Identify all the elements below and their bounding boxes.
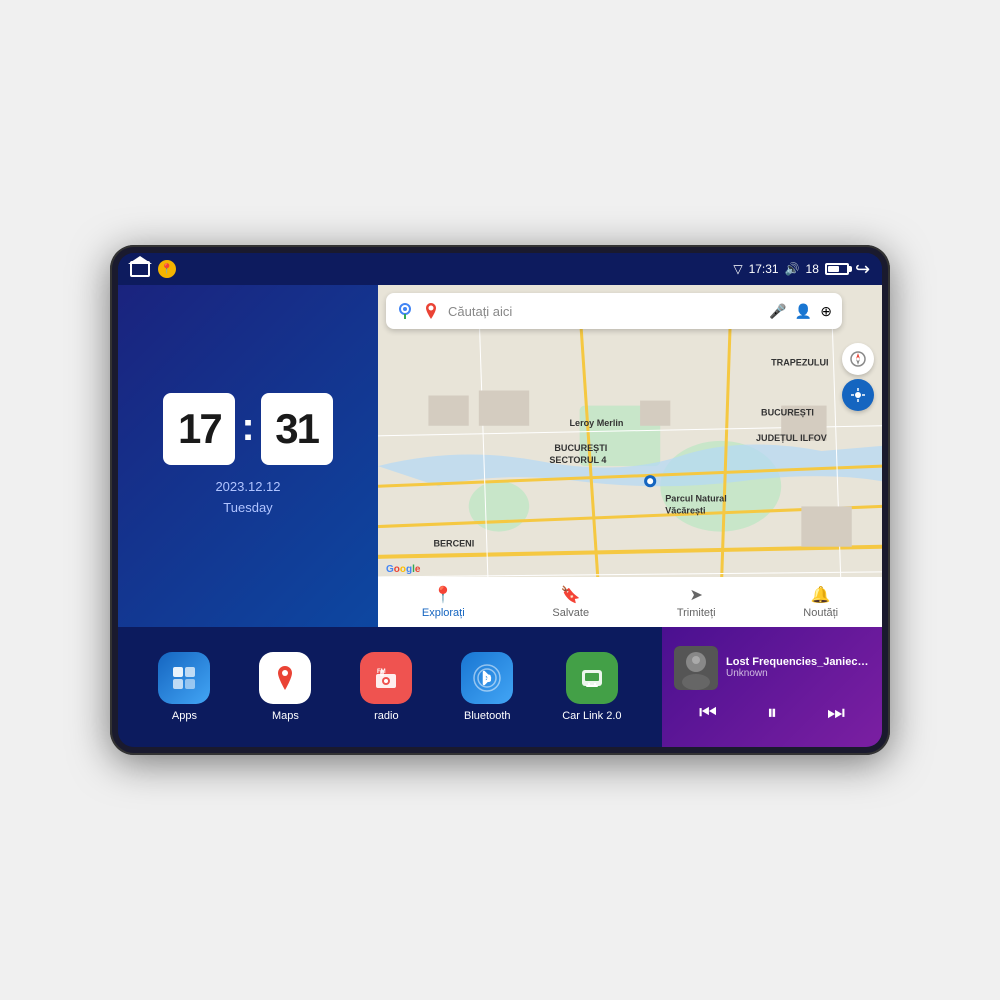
mic-icon[interactable]: 🎤	[769, 303, 786, 320]
maps-logo-icon	[396, 302, 414, 320]
clock-colon: :	[241, 407, 254, 447]
google-logo: Google	[386, 564, 420, 575]
battery-level: 18	[806, 262, 819, 276]
music-player: Lost Frequencies_Janieck Devy-... Unknow…	[662, 627, 882, 747]
time-display: 17:31	[749, 262, 779, 276]
apps-label: Apps	[172, 710, 197, 722]
app-item-apps[interactable]: Apps	[158, 652, 210, 722]
map-nav-saved[interactable]: 🔖 Salvate	[552, 585, 589, 619]
main-area: 17 : 31 2023.12.12 Tuesday	[118, 285, 882, 747]
news-nav-icon: 🔔	[811, 585, 831, 605]
top-section: 17 : 31 2023.12.12 Tuesday	[118, 285, 882, 627]
home-icon[interactable]	[130, 261, 150, 277]
map-nav-send[interactable]: ➤ Trimiteți	[677, 585, 716, 619]
app-item-carlink[interactable]: Car Link 2.0	[562, 652, 621, 722]
saved-nav-icon: 🔖	[561, 585, 581, 605]
layers-icon[interactable]: ⊕	[820, 303, 832, 320]
account-icon[interactable]: 👤	[795, 303, 812, 320]
clock-panel: 17 : 31 2023.12.12 Tuesday	[118, 285, 378, 627]
battery-icon	[825, 263, 849, 275]
send-nav-icon: ➤	[689, 585, 702, 605]
svg-text:Văcărești: Văcărești	[665, 505, 705, 515]
map-bottom-nav: 📍 Explorați 🔖 Salvate ➤ Trimiteți 🔔	[378, 577, 882, 627]
map-panel[interactable]: TRAPEZULUI BUCUREȘTI JUDEȚUL ILFOV BERCE…	[378, 285, 882, 627]
app-item-maps[interactable]: Maps	[259, 652, 311, 722]
map-search-bar[interactable]: Căutați aici 🎤 👤 ⊕	[386, 293, 842, 329]
carlink-label: Car Link 2.0	[562, 710, 621, 722]
back-icon[interactable]: ↩	[855, 259, 870, 280]
clock-display: 17 : 31	[163, 393, 332, 465]
clock-minutes: 31	[261, 393, 333, 465]
track-artist: Unknown	[726, 668, 870, 679]
svg-text:JUDEȚUL ILFOV: JUDEȚUL ILFOV	[756, 433, 827, 443]
svg-text:BUCUREȘTI: BUCUREȘTI	[554, 443, 607, 453]
maps-app-icon	[259, 652, 311, 704]
app-item-bluetooth[interactable]: ʙ Bluetooth	[461, 652, 513, 722]
svg-text:ʙ: ʙ	[483, 669, 492, 685]
app-item-radio[interactable]: FM radio	[360, 652, 412, 722]
maps-label: Maps	[272, 710, 299, 722]
signal-icon: ▽	[733, 262, 742, 276]
radio-icon: FM	[360, 652, 412, 704]
news-nav-label: Noutăți	[803, 607, 838, 619]
svg-text:SECTORUL 4: SECTORUL 4	[549, 455, 606, 465]
clock-hours: 17	[163, 393, 235, 465]
album-art	[674, 646, 718, 690]
map-controls	[842, 293, 874, 411]
apps-icon	[158, 652, 210, 704]
send-nav-label: Trimiteți	[677, 607, 716, 619]
map-pin-icon	[422, 302, 440, 320]
saved-nav-label: Salvate	[552, 607, 589, 619]
play-pause-button[interactable]: ⏸	[763, 698, 781, 729]
track-details: Lost Frequencies_Janieck Devy-... Unknow…	[726, 656, 870, 679]
bottom-section: Apps Maps	[118, 627, 882, 747]
explore-nav-icon: 📍	[433, 585, 453, 605]
music-info: Lost Frequencies_Janieck Devy-... Unknow…	[674, 646, 870, 690]
prev-button[interactable]: ⏮	[695, 698, 721, 729]
map-background: TRAPEZULUI BUCUREȘTI JUDEȚUL ILFOV BERCE…	[378, 285, 882, 627]
map-nav-explore[interactable]: 📍 Explorați	[422, 585, 465, 619]
volume-icon: 🔊	[785, 262, 800, 276]
svg-text:BERCENI: BERCENI	[433, 539, 474, 549]
day-text: Tuesday	[215, 498, 280, 519]
svg-text:BUCUREȘTI: BUCUREȘTI	[761, 408, 814, 418]
status-right: ▽ 17:31 🔊 18 ↩	[733, 259, 870, 280]
bluetooth-label: Bluetooth	[464, 710, 510, 722]
explore-nav-label: Explorați	[422, 607, 465, 619]
screen: 📍 ▽ 17:31 🔊 18 ↩ 17 :	[118, 253, 882, 747]
status-left: 📍	[130, 260, 176, 278]
search-input-text: Căutați aici	[448, 304, 761, 319]
radio-label: radio	[374, 710, 398, 722]
svg-text:TRAPEZULUI: TRAPEZULUI	[771, 357, 828, 367]
navigation-icon: 📍	[158, 260, 176, 278]
music-controls: ⏮ ⏸ ⏭	[674, 698, 870, 729]
svg-text:Parcul Natural: Parcul Natural	[665, 493, 726, 503]
date-text: 2023.12.12	[215, 477, 280, 498]
apps-area: Apps Maps	[118, 627, 662, 747]
track-name: Lost Frequencies_Janieck Devy-...	[726, 656, 870, 668]
bluetooth-icon: ʙ	[461, 652, 513, 704]
next-button[interactable]: ⏭	[823, 698, 849, 729]
map-nav-news[interactable]: 🔔 Noutăți	[803, 585, 838, 619]
status-bar: 📍 ▽ 17:31 🔊 18 ↩	[118, 253, 882, 285]
svg-text:Leroy Merlin: Leroy Merlin	[570, 418, 624, 428]
compass-btn[interactable]	[842, 343, 874, 375]
svg-text:FM: FM	[377, 669, 386, 675]
carlink-icon	[566, 652, 618, 704]
date-info: 2023.12.12 Tuesday	[215, 477, 280, 519]
location-btn[interactable]	[842, 379, 874, 411]
device: 📍 ▽ 17:31 🔊 18 ↩ 17 :	[110, 245, 890, 755]
